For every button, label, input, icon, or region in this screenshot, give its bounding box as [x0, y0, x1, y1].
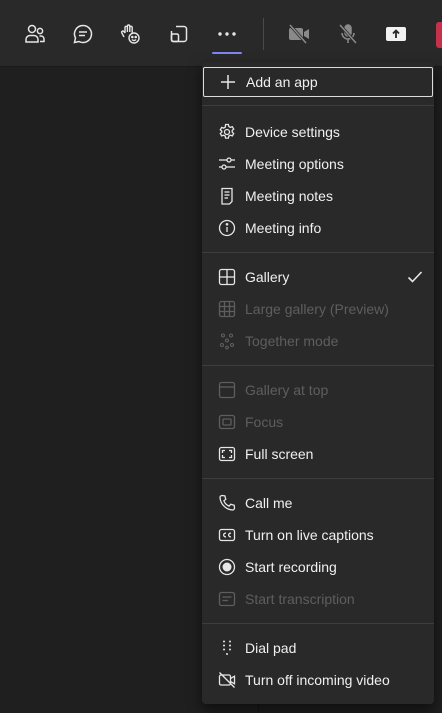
dial-pad-icon [218, 639, 236, 657]
more-actions-menu: Add an app Device settings Meeting optio… [202, 62, 434, 704]
menu-item-label: Turn on live captions [245, 527, 374, 543]
menu-item-label: Focus [245, 414, 284, 430]
menu-item-label: Gallery at top [245, 382, 329, 398]
ellipsis-icon [216, 23, 238, 45]
sliders-icon [218, 155, 236, 173]
menu-item-add-an-app[interactable]: Add an app [203, 67, 433, 97]
transcript-icon [218, 590, 236, 608]
menu-item-label: Together mode [245, 333, 339, 349]
more-actions-button[interactable] [209, 16, 245, 52]
menu-item-label: Add an app [246, 74, 318, 90]
menu-item-meeting-options[interactable]: Meeting options [202, 148, 434, 180]
menu-separator [202, 365, 434, 366]
menu-separator [202, 105, 434, 106]
chat-bubble-icon [72, 23, 94, 45]
rooms-button[interactable] [161, 16, 197, 52]
menu-item-label: Turn off incoming video [245, 672, 390, 688]
video-off-icon [218, 671, 236, 689]
gear-icon [218, 123, 236, 141]
camera-button[interactable] [281, 16, 317, 52]
menu-separator [202, 623, 434, 624]
gallery-top-icon [218, 381, 236, 399]
menu-item-gallery-at-top[interactable]: Gallery at top [202, 374, 434, 406]
menu-item-large-gallery[interactable]: Large gallery (Preview) [202, 293, 434, 325]
menu-item-start-transcription[interactable]: Start transcription [202, 583, 434, 615]
menu-item-label: Full screen [245, 446, 314, 462]
notes-icon [218, 187, 236, 205]
menu-item-call-me[interactable]: Call me [202, 487, 434, 519]
menu-item-label: Call me [245, 495, 293, 511]
record-icon [218, 558, 236, 576]
hand-emoji-icon [119, 23, 141, 45]
mic-button[interactable] [330, 16, 366, 52]
menu-item-label: Meeting options [245, 156, 344, 172]
menu-separator [202, 252, 434, 253]
large-gallery-icon [218, 300, 236, 318]
menu-item-meeting-notes[interactable]: Meeting notes [202, 180, 434, 212]
menu-item-turn-off-incoming-video[interactable]: Turn off incoming video [202, 664, 434, 696]
fullscreen-icon [218, 445, 236, 463]
raise-hand-button[interactable] [112, 16, 148, 52]
gallery-grid-icon [218, 268, 236, 286]
menu-item-label: Gallery [245, 269, 290, 285]
menu-item-device-settings[interactable]: Device settings [202, 116, 434, 148]
cc-icon [218, 526, 236, 544]
plus-icon [219, 73, 237, 91]
menu-item-label: Dial pad [245, 640, 297, 656]
focus-icon [218, 413, 236, 431]
leave-button[interactable] [436, 22, 442, 48]
menu-item-label: Start transcription [245, 591, 355, 607]
menu-item-dial-pad[interactable]: Dial pad [202, 632, 434, 664]
share-tray-icon [385, 24, 407, 44]
mic-off-icon [337, 23, 359, 45]
people-button[interactable] [17, 16, 53, 52]
checkmark-icon [406, 268, 424, 289]
chat-button[interactable] [65, 16, 101, 52]
menu-item-meeting-info[interactable]: Meeting info [202, 212, 434, 244]
menu-item-live-captions[interactable]: Turn on live captions [202, 519, 434, 551]
menu-item-start-recording[interactable]: Start recording [202, 551, 434, 583]
active-indicator [212, 52, 242, 54]
menu-item-label: Device settings [245, 124, 340, 140]
menu-item-together-mode[interactable]: Together mode [202, 325, 434, 357]
menu-separator [202, 478, 434, 479]
menu-item-label: Start recording [245, 559, 337, 575]
share-button[interactable] [378, 16, 414, 52]
together-mode-icon [218, 332, 236, 350]
rooms-icon [169, 24, 189, 44]
people-icon [24, 23, 46, 45]
menu-item-label: Meeting notes [245, 188, 333, 204]
info-icon [218, 219, 236, 237]
menu-item-gallery[interactable]: Gallery [202, 261, 434, 293]
phone-icon [218, 494, 236, 512]
camera-off-icon [287, 23, 311, 45]
toolbar-separator [263, 18, 264, 50]
menu-item-label: Large gallery (Preview) [245, 301, 389, 317]
menu-item-full-screen[interactable]: Full screen [202, 438, 434, 470]
menu-item-label: Meeting info [245, 220, 322, 236]
menu-item-focus[interactable]: Focus [202, 406, 434, 438]
meeting-toolbar [0, 0, 442, 67]
